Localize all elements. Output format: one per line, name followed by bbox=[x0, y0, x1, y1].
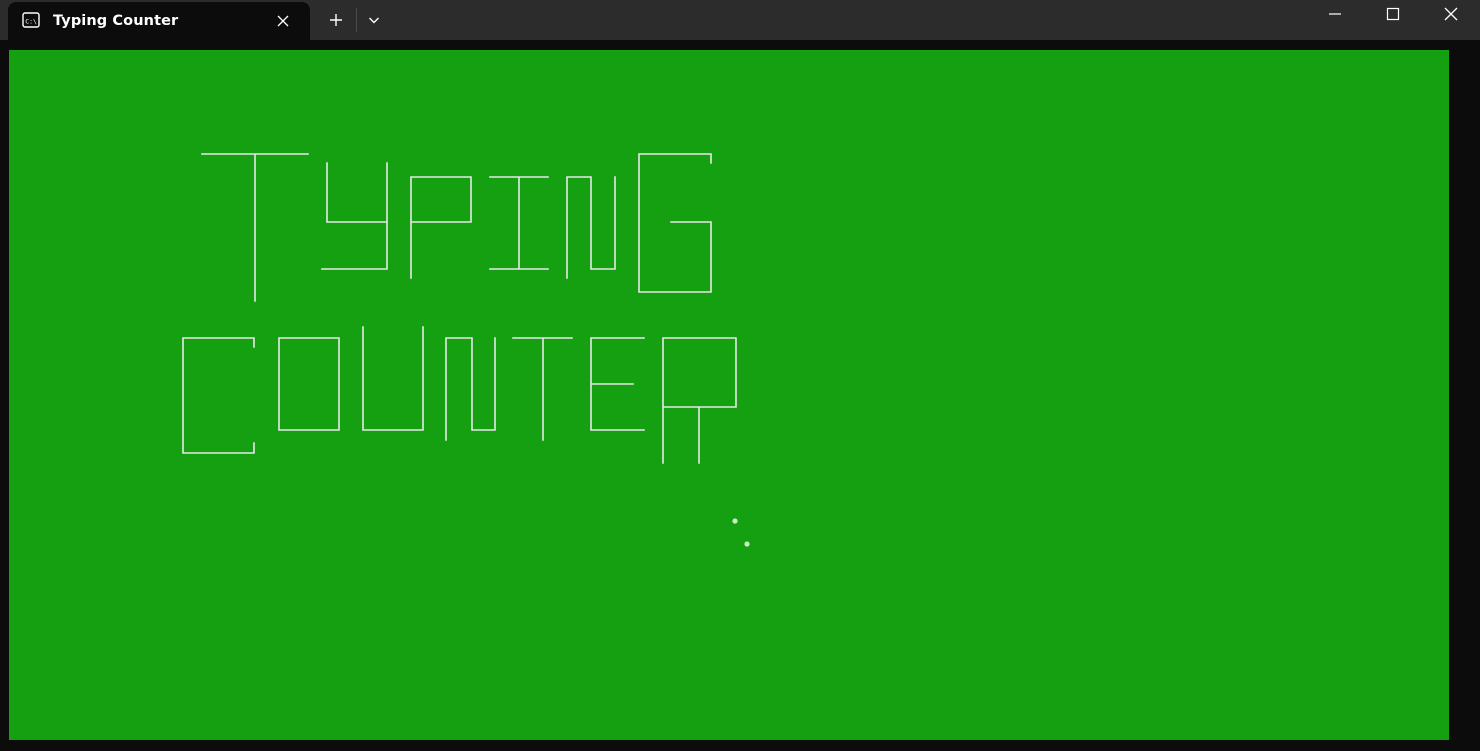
banner-letter-g bbox=[638, 153, 712, 293]
svg-text:C:\: C:\ bbox=[25, 18, 37, 26]
banner-letter-t2 bbox=[512, 337, 573, 441]
banner-letter-y bbox=[321, 162, 388, 270]
banner-letter-t bbox=[201, 153, 309, 302]
console-area[interactable]: TYPING COUNTER bbox=[9, 50, 1449, 740]
title-bar: C:\ Typing Counter bbox=[0, 0, 1480, 40]
close-icon[interactable] bbox=[1436, 0, 1466, 30]
banner-letter-i bbox=[489, 176, 549, 270]
tab-separator bbox=[356, 8, 357, 32]
chevron-down-icon[interactable] bbox=[364, 10, 384, 30]
tab-title: Typing Counter bbox=[53, 13, 179, 29]
close-tab-icon[interactable] bbox=[275, 13, 291, 29]
banner-letter-c bbox=[182, 337, 255, 454]
banner-letter-n2 bbox=[445, 337, 496, 441]
banner-letter-r bbox=[662, 337, 737, 464]
banner-letter-e bbox=[590, 337, 645, 431]
minimize-icon[interactable] bbox=[1320, 0, 1350, 30]
tab-typing-counter[interactable]: C:\ Typing Counter bbox=[8, 2, 310, 40]
banner-letter-n bbox=[566, 176, 616, 279]
banner-letter-p bbox=[410, 176, 472, 279]
terminal-icon: C:\ bbox=[22, 12, 40, 28]
banner-letter-u bbox=[362, 326, 424, 431]
ascii-banner bbox=[182, 153, 750, 547]
loading-dot bbox=[732, 518, 738, 524]
loading-dot bbox=[744, 541, 750, 547]
banner-letter-o bbox=[278, 337, 340, 431]
maximize-icon[interactable] bbox=[1378, 0, 1408, 30]
new-tab-icon[interactable] bbox=[326, 10, 346, 30]
